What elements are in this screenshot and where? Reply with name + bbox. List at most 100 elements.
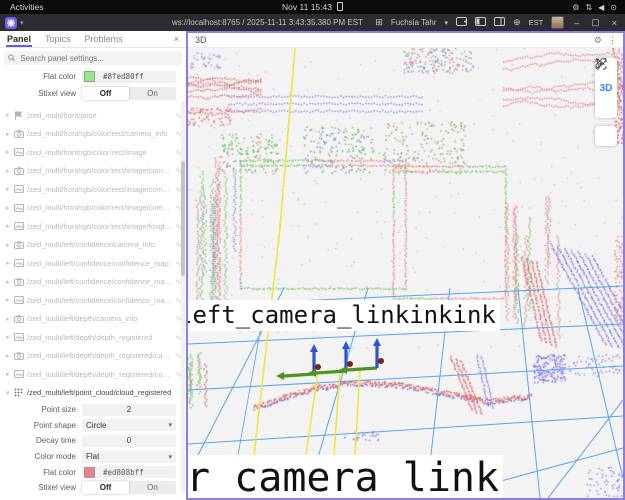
color-input[interactable]: #ed808bff <box>82 466 176 478</box>
power-icon[interactable]: ⊙ <box>610 3 617 12</box>
focus-camera-button[interactable] <box>595 126 617 146</box>
toggle-control: OffOn <box>82 87 176 100</box>
image-icon <box>14 296 27 304</box>
search-bar[interactable] <box>4 51 182 65</box>
left-sidebar-toggle-icon[interactable] <box>475 17 486 28</box>
number-input[interactable]: 2 <box>82 404 176 416</box>
topic-name: /zed_multi/front/rgb/color/rect/camera_i… <box>27 129 172 138</box>
scrollbar-thumb[interactable] <box>181 161 185 276</box>
topic-name: /zed_multi/left/confidence/confidence_ma… <box>27 277 172 286</box>
right-sidebar-toggle-icon[interactable] <box>494 17 505 28</box>
topic-name: /zed_multi/left/point_cloud/cloud_regist… <box>27 388 182 397</box>
3d-panel-title: 3D <box>188 35 207 45</box>
expand-arrow-icon[interactable]: ▸ <box>6 259 14 267</box>
connection-status[interactable]: ws://localhost:8765 / 2025-11-11 3:43:35… <box>160 18 375 27</box>
avatar[interactable] <box>551 16 564 29</box>
topic-row[interactable]: ▸/zed_multi/front/rgb/color/rect/image∿ <box>0 143 186 162</box>
select-input[interactable]: Circle▾ <box>82 419 176 431</box>
layout-icon[interactable]: ⊞ <box>375 17 383 28</box>
topic-row[interactable]: ▸/zed_multi/front/rgb/color/rect/image/f… <box>0 217 186 236</box>
timezone-globe-icon[interactable]: ⊕ <box>513 17 521 28</box>
topic-name: /zed_multi/left/depth/depth_registered/c… <box>27 351 172 360</box>
layout-name[interactable]: Fuchsia Tahr <box>391 18 437 27</box>
timezone-label[interactable]: EST <box>529 18 544 27</box>
select-input[interactable]: Flat▾ <box>82 451 176 463</box>
number-input[interactable]: 0 <box>82 435 176 447</box>
expand-arrow-icon[interactable]: ▸ <box>6 111 14 119</box>
setting-label: Stixel view <box>0 89 82 98</box>
topic-row[interactable]: ▸ /zed_multi/front/rgb/color/rect/image/c… <box>0 162 186 181</box>
toggle-option-on[interactable]: On <box>129 481 176 494</box>
expand-arrow-icon[interactable]: ▸ <box>6 370 14 378</box>
topic-row[interactable]: ▾ /zed_multi/left/point_cloud/cloud_regis… <box>0 384 186 403</box>
topic-row[interactable]: ▸/zed_multi/left/depth/depth_registered∿ <box>0 328 186 347</box>
toggle-option-off[interactable]: Off <box>82 481 129 494</box>
expand-arrow-icon[interactable]: ▸ <box>6 148 14 156</box>
camera-icon <box>14 278 27 286</box>
expand-arrow-icon[interactable]: ▸ <box>6 204 14 212</box>
toggle-option-on[interactable]: On <box>129 87 176 100</box>
layout-chevron-icon[interactable]: ▾ <box>445 19 449 27</box>
activities-button[interactable]: Activities <box>0 2 44 12</box>
topic-row[interactable]: ▸/zed_multi/left/confidence/confidence_m… <box>0 291 186 310</box>
3d-viewport[interactable]: left_camera_linkinkink r camera link 3D <box>188 48 623 498</box>
topic-row[interactable]: ▸ /zed_multi/front/rgb/color/rect/camera_… <box>0 125 186 144</box>
expand-arrow-icon[interactable]: ▸ <box>6 241 14 249</box>
tab-panel[interactable]: Panel <box>0 31 38 47</box>
image-icon <box>14 185 27 193</box>
measure-tool-button[interactable] <box>595 98 617 118</box>
topic-name: /zed_multi/left/confidence/camera_info <box>27 240 172 249</box>
expand-arrow-icon[interactable]: ▸ <box>6 278 14 286</box>
topic-row[interactable]: ▸ /zed_multi/left/confidence/confidence_m… <box>0 254 186 273</box>
grid-line <box>518 288 540 498</box>
setting-row: Color modeFlat▾ <box>0 449 186 465</box>
expand-arrow-icon[interactable]: ▸ <box>6 222 14 230</box>
camera-mode-button[interactable]: 3D <box>595 78 617 98</box>
topic-row[interactable]: ▸/zed_multi/left/confidence/camera_info∿ <box>0 236 186 255</box>
close-button[interactable]: × <box>610 18 619 28</box>
network-icon[interactable]: ⇅ <box>585 3 592 12</box>
setting-row: Flat color#8fed80ff <box>0 68 186 85</box>
expand-arrow-icon[interactable]: ▸ <box>6 167 14 175</box>
expand-arrow-icon[interactable]: ▸ <box>6 315 14 323</box>
collapse-arrow-icon[interactable]: ▾ <box>6 389 14 397</box>
search-input[interactable] <box>18 53 178 64</box>
expand-arrow-icon[interactable]: ▸ <box>6 185 14 193</box>
topic-name: /zed_multi/left/confidence/confidence_ma… <box>27 259 172 268</box>
expand-arrow-icon[interactable]: ▸ <box>6 333 14 341</box>
color-swatch[interactable] <box>84 467 95 478</box>
tab-topics[interactable]: Topics <box>38 31 78 47</box>
expand-arrow-icon[interactable]: ▸ <box>6 296 14 304</box>
panel-settings-gear-icon[interactable]: ⚙ <box>594 35 602 46</box>
sidebar-close-icon[interactable]: × <box>174 34 186 44</box>
expand-arrow-icon[interactable]: ▸ <box>6 352 14 360</box>
setting-label: Flat color <box>0 72 82 81</box>
app-menu-chevron-icon[interactable]: ▾ <box>20 19 24 27</box>
topic-row[interactable]: ▸ /zed_multi/left/depth/depth_registered/… <box>0 347 186 366</box>
camera-icon <box>14 167 27 175</box>
tab-problems[interactable]: Problems <box>78 31 130 47</box>
sidebar-scrollbar[interactable] <box>181 101 185 494</box>
foxglove-logo-icon[interactable] <box>5 17 17 29</box>
restore-button[interactable]: ▢ <box>589 17 602 28</box>
topic-name: /zed_multi/front/rgb/color/rect/image/ca… <box>27 166 172 175</box>
topic-row[interactable]: ▸/zed_multi/front/pose∿ <box>0 106 186 125</box>
topic-row[interactable]: ▸ /zed_multi/left/confidence/confidence_m… <box>0 273 186 292</box>
panel-menu-dots-icon[interactable]: ⋮ <box>608 35 617 46</box>
scene-overlay <box>188 48 623 498</box>
minimize-button[interactable]: – <box>572 18 581 28</box>
setting-row: Point size2 <box>0 402 186 418</box>
color-input[interactable]: #8fed80ff <box>82 71 176 83</box>
settings-icon[interactable]: ⚙ <box>572 3 579 12</box>
pose-icon <box>14 111 27 120</box>
topic-row[interactable]: ▸/zed_multi/front/rgb/color/rect/image/c… <box>0 199 186 218</box>
topic-row[interactable]: ▸/zed_multi/left/depth/depth_registered/… <box>0 365 186 384</box>
color-swatch[interactable] <box>84 71 95 82</box>
add-panel-icon[interactable] <box>456 17 467 28</box>
expand-arrow-icon[interactable]: ▸ <box>6 130 14 138</box>
topic-row[interactable]: ▸/zed_multi/front/rgb/color/rect/image/c… <box>0 180 186 199</box>
toggle-option-off[interactable]: Off <box>82 87 129 100</box>
topic-row[interactable]: ▸/zed_multi/left/depth/camera_info∿ <box>0 310 186 329</box>
volume-icon[interactable]: ◀ <box>598 3 604 12</box>
clock[interactable]: Nov 11 15:43 <box>0 2 625 12</box>
